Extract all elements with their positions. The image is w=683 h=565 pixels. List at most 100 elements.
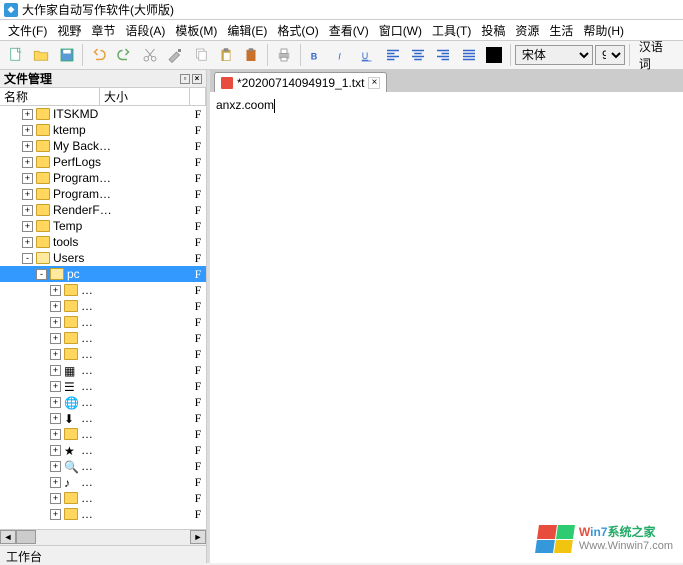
align-left-button[interactable] <box>381 43 404 67</box>
expand-icon[interactable]: + <box>50 301 61 312</box>
menu-look[interactable]: 查看(V) <box>325 21 373 40</box>
tree-row[interactable]: +🌐…F <box>0 394 206 410</box>
expand-icon[interactable]: + <box>22 221 33 232</box>
tree-row[interactable]: -UsersF <box>0 250 206 266</box>
tree-row[interactable]: +…F <box>0 282 206 298</box>
underline-button[interactable]: U <box>355 43 378 67</box>
expand-icon[interactable]: + <box>50 445 61 456</box>
col-name[interactable]: 名称 <box>0 88 100 105</box>
menu-submit[interactable]: 投稿 <box>477 21 509 40</box>
tree-row[interactable]: +…F <box>0 490 206 506</box>
tree-row[interactable]: -pcF <box>0 266 206 282</box>
tree-row[interactable]: +Program…F <box>0 170 206 186</box>
expand-icon[interactable]: + <box>50 381 61 392</box>
expand-icon[interactable]: + <box>50 413 61 424</box>
menu-template[interactable]: 模板(M) <box>171 21 221 40</box>
expand-icon[interactable]: + <box>22 189 33 200</box>
tree-row[interactable]: +…F <box>0 346 206 362</box>
tree-row[interactable]: +▦…F <box>0 362 206 378</box>
tree-row[interactable]: +…F <box>0 314 206 330</box>
tree-row[interactable]: +…F <box>0 506 206 522</box>
menu-segment[interactable]: 语段(A) <box>121 21 169 40</box>
align-center-button[interactable] <box>406 43 429 67</box>
expand-icon[interactable]: + <box>50 477 61 488</box>
expand-icon[interactable]: + <box>50 429 61 440</box>
align-justify-button[interactable] <box>457 43 480 67</box>
menu-edit[interactable]: 编辑(E) <box>223 21 271 40</box>
tree-row[interactable]: +My Back…F <box>0 138 206 154</box>
menu-window[interactable]: 窗口(W) <box>375 21 426 40</box>
tree-row[interactable]: +…F <box>0 330 206 346</box>
panel-pin-icon[interactable]: ▫ <box>180 74 190 84</box>
expand-icon[interactable]: - <box>36 269 47 280</box>
font-color-button[interactable] <box>483 43 506 67</box>
scroll-thumb[interactable] <box>16 530 36 544</box>
print-button[interactable] <box>272 43 295 67</box>
paste-button[interactable] <box>214 43 237 67</box>
expand-icon[interactable]: + <box>50 461 61 472</box>
tree-row[interactable]: +ktempF <box>0 122 206 138</box>
tree-row[interactable]: +★…F <box>0 442 206 458</box>
tree-row[interactable]: +Program…F <box>0 186 206 202</box>
expand-icon[interactable]: + <box>50 365 61 376</box>
font-size-select[interactable]: 9 <box>595 45 625 65</box>
editor-tab[interactable]: *20200714094919_1.txt × <box>214 72 387 92</box>
tree-hscrollbar[interactable]: ◄ ► <box>0 529 206 545</box>
redo-button[interactable] <box>113 43 136 67</box>
expand-icon[interactable]: + <box>22 125 33 136</box>
tree-row[interactable]: +🔍…F <box>0 458 206 474</box>
align-right-button[interactable] <box>432 43 455 67</box>
paste-special-button[interactable] <box>240 43 263 67</box>
font-family-select[interactable]: 宋体 <box>515 45 593 65</box>
tree-row[interactable]: +PerfLogsF <box>0 154 206 170</box>
scroll-right-icon[interactable]: ► <box>190 530 206 544</box>
tree-row[interactable]: +☰…F <box>0 378 206 394</box>
expand-icon[interactable]: + <box>50 493 61 504</box>
settings-button[interactable] <box>164 43 187 67</box>
text-editor[interactable]: anxz.coom <box>210 92 683 563</box>
expand-icon[interactable]: + <box>22 157 33 168</box>
col-size[interactable]: 大小 <box>100 88 190 105</box>
italic-button[interactable]: I <box>330 43 353 67</box>
expand-icon[interactable]: + <box>50 349 61 360</box>
bold-button[interactable]: B <box>305 43 328 67</box>
tab-close-icon[interactable]: × <box>368 77 380 89</box>
language-button[interactable]: 汉语词 <box>634 43 679 67</box>
tree-row[interactable]: +ITSKMDF <box>0 106 206 122</box>
expand-icon[interactable]: + <box>50 317 61 328</box>
new-file-button[interactable] <box>4 43 27 67</box>
menu-help[interactable]: 帮助(H) <box>579 21 628 40</box>
menu-life[interactable]: 生活 <box>545 21 577 40</box>
expand-icon[interactable]: + <box>50 509 61 520</box>
tree-row[interactable]: +toolsF <box>0 234 206 250</box>
undo-button[interactable] <box>87 43 110 67</box>
expand-icon[interactable]: + <box>22 173 33 184</box>
expand-icon[interactable]: + <box>22 109 33 120</box>
panel-close-icon[interactable]: × <box>192 74 202 84</box>
menu-file[interactable]: 文件(F) <box>4 21 51 40</box>
expand-icon[interactable]: + <box>50 285 61 296</box>
menu-format[interactable]: 格式(O) <box>273 21 322 40</box>
expand-icon[interactable]: + <box>22 141 33 152</box>
tree-row[interactable]: +TempF <box>0 218 206 234</box>
col-flag[interactable] <box>190 88 206 105</box>
menu-tools[interactable]: 工具(T) <box>428 21 475 40</box>
save-button[interactable] <box>55 43 78 67</box>
tree-row[interactable]: +⬇…F <box>0 410 206 426</box>
expand-icon[interactable]: + <box>50 333 61 344</box>
cut-button[interactable] <box>138 43 161 67</box>
tree-row[interactable]: +♪…F <box>0 474 206 490</box>
expand-icon[interactable]: - <box>22 253 33 264</box>
copy-button[interactable] <box>189 43 212 67</box>
tree-row[interactable]: +…F <box>0 298 206 314</box>
expand-icon[interactable]: + <box>22 237 33 248</box>
menu-view[interactable]: 视野 <box>53 21 85 40</box>
open-button[interactable] <box>29 43 52 67</box>
file-tree[interactable]: +ITSKMDF+ktempF+My Back…F+PerfLogsF+Prog… <box>0 106 206 529</box>
menu-resource[interactable]: 资源 <box>511 21 543 40</box>
tree-row[interactable]: +…F <box>0 426 206 442</box>
expand-icon[interactable]: + <box>50 397 61 408</box>
expand-icon[interactable]: + <box>22 205 33 216</box>
scroll-left-icon[interactable]: ◄ <box>0 530 16 544</box>
tree-row[interactable]: +RenderF…F <box>0 202 206 218</box>
